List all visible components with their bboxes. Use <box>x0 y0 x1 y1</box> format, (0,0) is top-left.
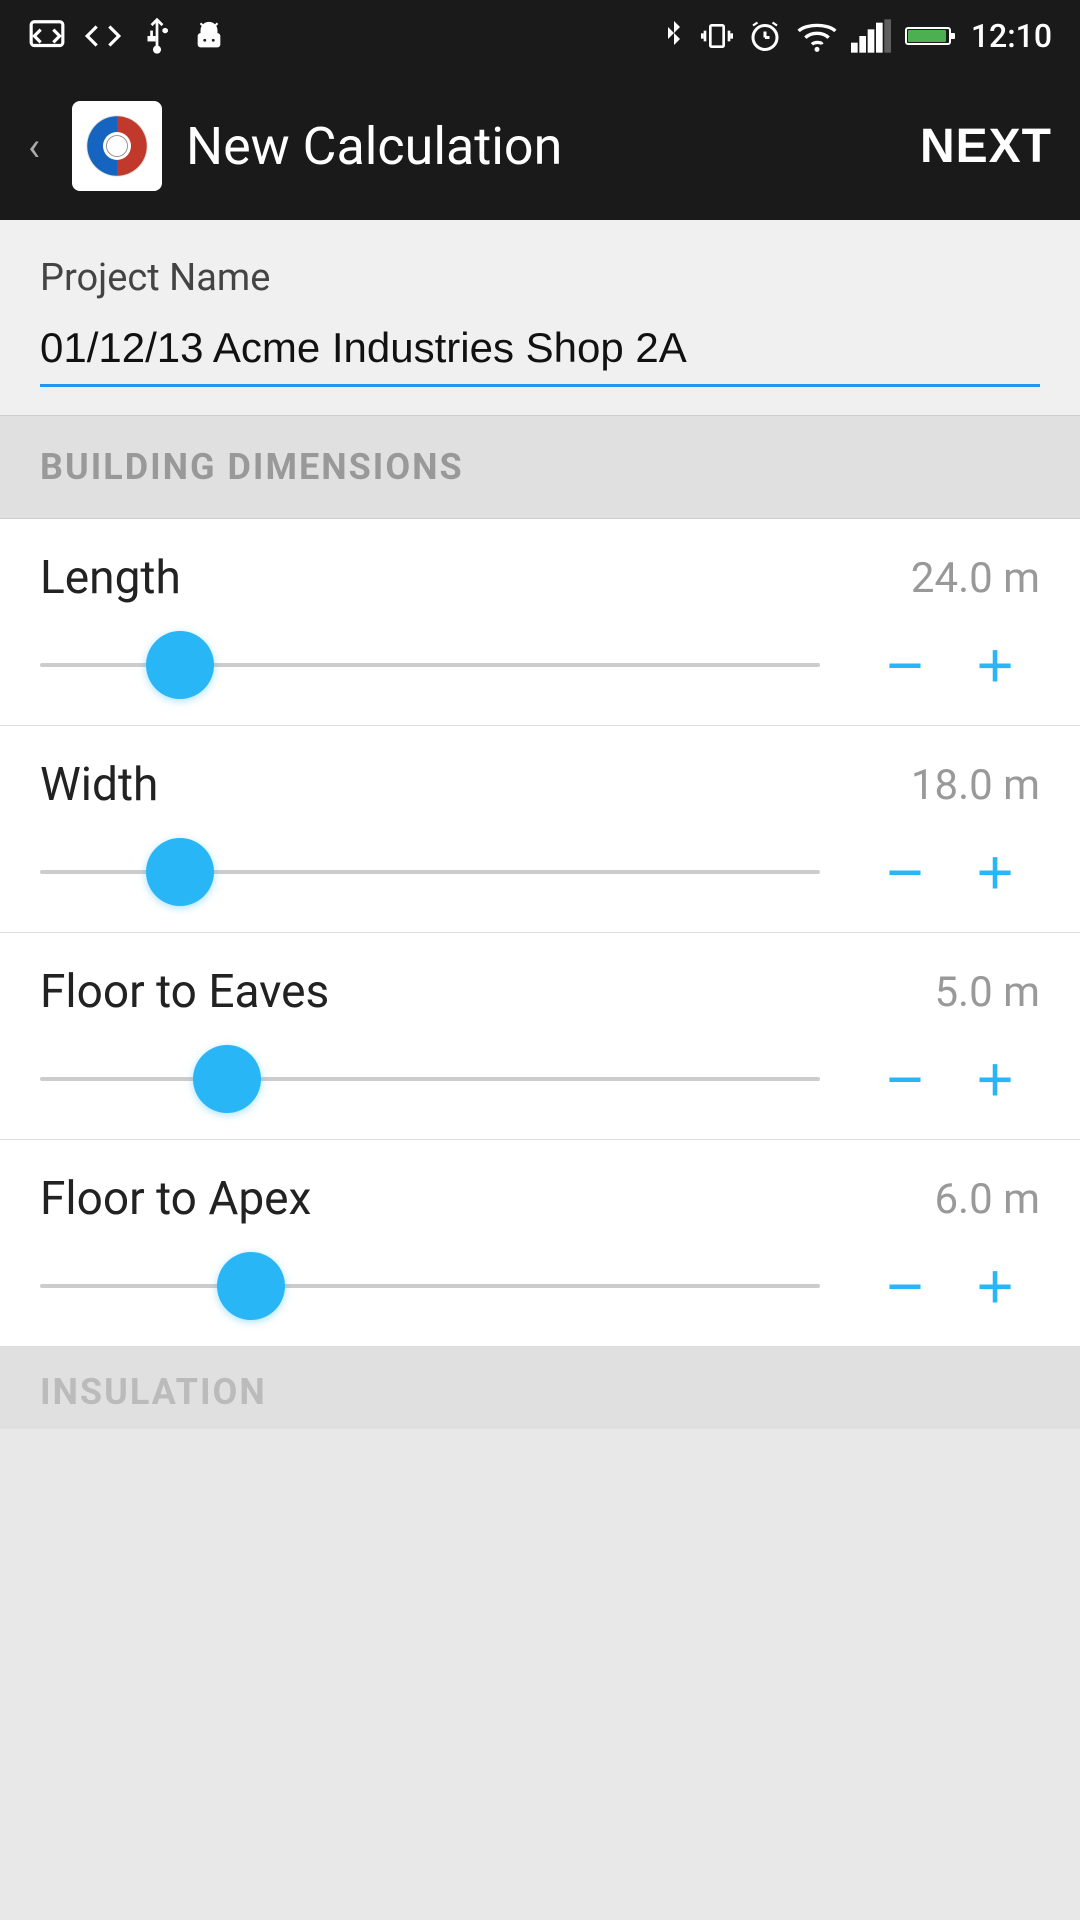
status-icons-right: 12:10 <box>661 17 1052 55</box>
width-slider-container <box>40 842 820 902</box>
width-label: Width <box>40 758 158 812</box>
status-bar: 12:10 <box>0 0 1080 72</box>
length-slider-thumb[interactable] <box>146 631 214 699</box>
usb-icon <box>140 17 174 55</box>
floor-to-eaves-plus-button[interactable]: + <box>950 1047 1040 1111</box>
length-minus-button[interactable]: − <box>860 633 950 697</box>
wifi-icon <box>797 18 837 54</box>
floor-to-eaves-minus-button[interactable]: − <box>860 1047 950 1111</box>
floor-to-eaves-row-header: Floor to Eaves 5.0 m <box>40 965 1040 1019</box>
building-dimensions-header: BUILDING DIMENSIONS <box>0 415 1080 519</box>
floor-to-apex-controls: − + <box>40 1254 1040 1318</box>
dimension-section: Length 24.0 m − + Width 18.0 m <box>0 519 1080 1347</box>
floor-to-apex-row-header: Floor to Apex 6.0 m <box>40 1172 1040 1226</box>
floor-to-eaves-slider-track <box>40 1077 820 1081</box>
width-row: Width 18.0 m − + <box>0 726 1080 933</box>
length-label: Length <box>40 551 181 605</box>
project-name-label: Project Name <box>40 256 1040 300</box>
floor-to-apex-slider-thumb[interactable] <box>217 1252 285 1320</box>
width-controls: − + <box>40 840 1040 904</box>
width-minus-button[interactable]: − <box>860 840 950 904</box>
content-area: Project Name BUILDING DIMENSIONS Length … <box>0 220 1080 1429</box>
length-slider-container <box>40 635 820 695</box>
width-slider-thumb[interactable] <box>146 838 214 906</box>
insulation-header: INSULATION <box>0 1347 1080 1429</box>
floor-to-apex-minus-button[interactable]: − <box>860 1254 950 1318</box>
length-slider-track <box>40 663 820 667</box>
floor-to-apex-plus-button[interactable]: + <box>950 1254 1040 1318</box>
insulation-title: INSULATION <box>40 1371 267 1413</box>
project-name-section: Project Name <box>0 220 1080 415</box>
code-icon <box>28 17 66 55</box>
battery-icon <box>905 21 957 51</box>
building-dimensions-title: BUILDING DIMENSIONS <box>40 446 464 488</box>
bluetooth-icon <box>661 18 687 54</box>
floor-to-eaves-value: 5.0 m <box>934 968 1040 1017</box>
floor-to-eaves-controls: − + <box>40 1047 1040 1111</box>
status-time: 12:10 <box>971 17 1052 55</box>
android-icon <box>192 17 226 55</box>
floor-to-eaves-slider-thumb[interactable] <box>193 1045 261 1113</box>
length-row: Length 24.0 m − + <box>0 519 1080 726</box>
vibrate-icon <box>701 18 733 54</box>
width-plus-button[interactable]: + <box>950 840 1040 904</box>
floor-to-apex-row: Floor to Apex 6.0 m − + <box>0 1140 1080 1347</box>
length-controls: − + <box>40 633 1040 697</box>
floor-to-apex-value: 6.0 m <box>934 1175 1040 1224</box>
signal-icon <box>851 18 891 54</box>
width-slider-track <box>40 870 820 874</box>
length-value: 24.0 m <box>911 554 1040 603</box>
length-row-header: Length 24.0 m <box>40 551 1040 605</box>
back-icon[interactable]: ‹ <box>28 123 40 170</box>
project-name-input[interactable] <box>40 316 1040 387</box>
width-row-header: Width 18.0 m <box>40 758 1040 812</box>
app-bar: ‹ New Calculation NEXT <box>0 72 1080 220</box>
floor-to-eaves-label: Floor to Eaves <box>40 965 329 1019</box>
floor-to-apex-slider-container <box>40 1256 820 1316</box>
length-plus-button[interactable]: + <box>950 633 1040 697</box>
floor-to-apex-slider-track <box>40 1284 820 1288</box>
status-icons-left <box>28 17 226 55</box>
alarm-icon <box>747 18 783 54</box>
floor-to-eaves-row: Floor to Eaves 5.0 m − + <box>0 933 1080 1140</box>
floor-to-eaves-slider-container <box>40 1049 820 1109</box>
code2-icon <box>84 17 122 55</box>
next-button[interactable]: NEXT <box>920 119 1052 174</box>
width-value: 18.0 m <box>911 761 1040 810</box>
floor-to-apex-label: Floor to Apex <box>40 1172 311 1226</box>
app-title: New Calculation <box>186 116 562 177</box>
powrmatic-logo-svg <box>82 111 152 181</box>
app-logo <box>72 101 162 191</box>
app-bar-left: ‹ New Calculation <box>28 101 562 191</box>
